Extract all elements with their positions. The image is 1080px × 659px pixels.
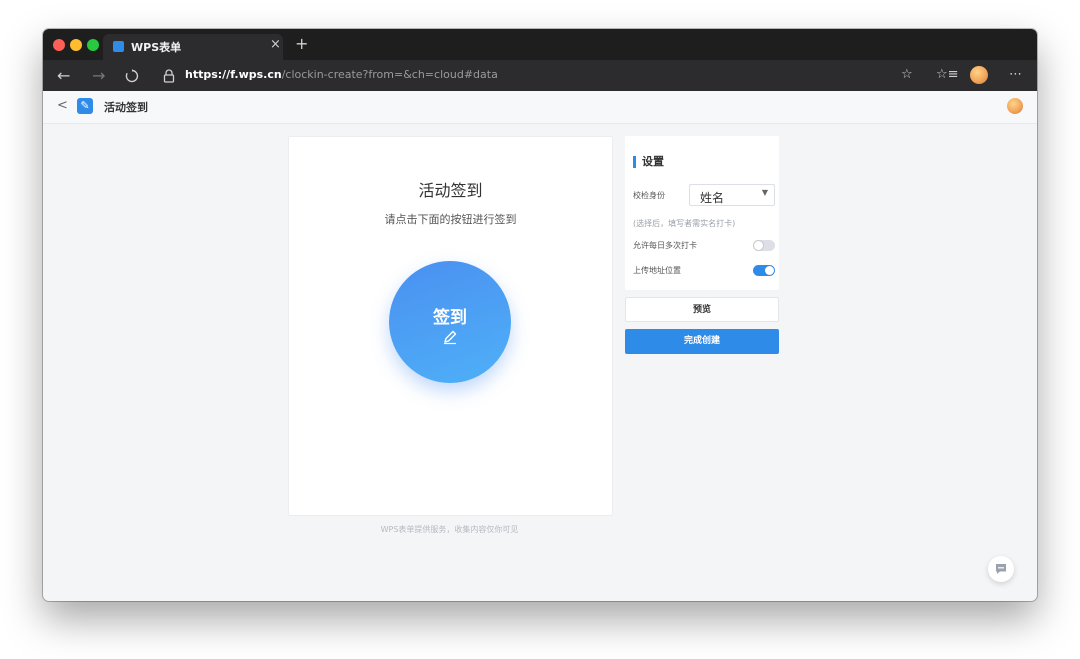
verify-identity-select[interactable]: 姓名 ▼ — [689, 184, 775, 206]
profile-avatar[interactable] — [970, 66, 988, 84]
chat-icon — [996, 564, 1006, 574]
url-field[interactable]: https://f.wps.cn/clockin-create?from=&ch… — [185, 68, 498, 81]
back-arrow-icon[interactable]: ← — [57, 66, 70, 85]
tab-close-icon[interactable]: × — [270, 37, 281, 52]
card-title: 活动签到 — [418, 181, 483, 200]
new-tab-icon[interactable]: + — [295, 34, 308, 53]
forward-arrow-icon[interactable]: → — [92, 66, 105, 85]
reload-icon[interactable] — [125, 69, 139, 83]
more-menu-icon[interactable]: ⋯ — [1009, 67, 1022, 82]
maximize-window-button[interactable] — [87, 39, 99, 51]
card-subtitle: 请点击下面的按钮进行签到 — [384, 213, 517, 226]
wps-favicon-icon — [113, 41, 124, 52]
user-avatar[interactable] — [1007, 98, 1023, 114]
sign-in-label: 签到 — [433, 308, 467, 328]
toggle-knob — [754, 241, 763, 250]
url-path: /clockin-create?from=&ch=cloud#data — [281, 68, 498, 81]
pencil-icon — [444, 330, 457, 345]
location-label: 上传地址位置 — [633, 266, 681, 275]
edit-form-icon: ✎ — [77, 98, 93, 114]
address-bar: ← → https://f.wps.cn/clockin-create?from… — [43, 60, 1037, 91]
browser-tab[interactable]: WPS表单 × — [103, 34, 283, 60]
toggle-knob — [765, 266, 774, 275]
browser-window: WPS表单 × + ← → https://f.wps.cn/clockin-c… — [43, 29, 1037, 601]
favorites-icon[interactable]: ☆≡ — [936, 67, 959, 82]
preview-button[interactable]: 预览 — [625, 297, 779, 322]
settings-panel: 设置 校检身份 姓名 ▼ (选择后，填写者需实名打卡) 允许每日多次打卡 上传地… — [625, 136, 779, 290]
app-header: < ✎ 活动签到 — [43, 91, 1037, 124]
verify-identity-value: 姓名 — [700, 191, 725, 205]
dropdown-arrow-icon: ▼ — [761, 188, 768, 197]
location-toggle[interactable] — [753, 265, 775, 276]
url-host: f.wps.cn — [230, 68, 282, 81]
chat-support-button[interactable] — [988, 556, 1014, 582]
multi-clockin-label: 允许每日多次打卡 — [633, 241, 697, 250]
multi-clockin-toggle[interactable] — [753, 240, 775, 251]
verify-hint: (选择后，填写者需实名打卡) — [633, 219, 736, 228]
tab-bar: WPS表单 × + — [43, 29, 1037, 60]
page-title: 活动签到 — [104, 101, 148, 114]
checkin-card: 活动签到 请点击下面的按钮进行签到 签到 — [288, 136, 613, 516]
tab-title: WPS表单 — [131, 41, 182, 54]
minimize-window-button[interactable] — [70, 39, 82, 51]
back-chevron-icon[interactable]: < — [57, 98, 68, 113]
verify-identity-label: 校检身份 — [633, 191, 665, 200]
create-button[interactable]: 完成创建 — [625, 329, 779, 354]
lock-icon — [163, 69, 175, 83]
close-window-button[interactable] — [53, 39, 65, 51]
star-icon[interactable]: ☆ — [901, 67, 913, 82]
footer-note: WPS表单提供服务，收集内容仅你可见 — [380, 525, 519, 534]
url-scheme: https:// — [185, 68, 231, 81]
sign-in-button[interactable]: 签到 — [389, 261, 511, 383]
